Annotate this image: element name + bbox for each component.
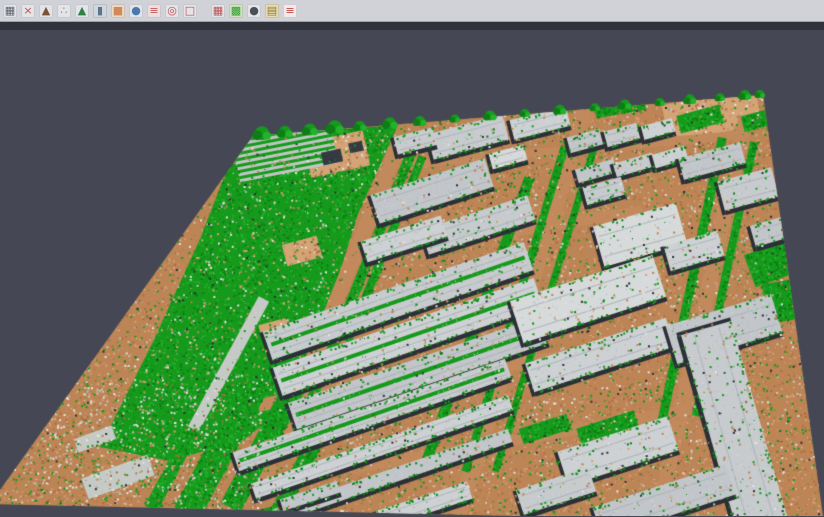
texture-patch-icon[interactable]: ▦: [3, 4, 17, 18]
viewport-3d[interactable]: [0, 30, 824, 516]
application-window: ▦ × ▲ ∴ ▲ ▮ ■ ● ≡ ◎ □ ▦ ▩ ● ▤ ≡: [0, 0, 824, 517]
crop-selection-icon[interactable]: □: [183, 4, 197, 18]
sparse-points-icon[interactable]: ∴: [57, 4, 71, 18]
toolbar-shadow-band: [0, 22, 824, 30]
vegetation-hill-icon[interactable]: ▲: [75, 4, 89, 18]
target-ring-icon[interactable]: ◎: [165, 4, 179, 18]
ortho-tile-icon[interactable]: ■: [111, 4, 125, 18]
terrain-mountain-icon[interactable]: ▲: [39, 4, 53, 18]
point-cloud-canvas[interactable]: [0, 30, 824, 516]
column-bar-icon[interactable]: ▮: [93, 4, 107, 18]
stacked-layers-icon[interactable]: ≡: [147, 4, 161, 18]
toolbar: ▦ × ▲ ∴ ▲ ▮ ■ ● ≡ ◎ □ ▦ ▩ ● ▤ ≡: [0, 0, 824, 22]
flag-stripes-icon[interactable]: ≡: [283, 4, 297, 18]
globe-refresh-icon[interactable]: ●: [129, 4, 143, 18]
sphere-icon[interactable]: ●: [247, 4, 261, 18]
split-points-icon[interactable]: ×: [21, 4, 35, 18]
notes-grid-icon[interactable]: ▤: [265, 4, 279, 18]
raster-checker-icon[interactable]: ▦: [211, 4, 225, 18]
classification-map-icon[interactable]: ▩: [229, 4, 243, 18]
